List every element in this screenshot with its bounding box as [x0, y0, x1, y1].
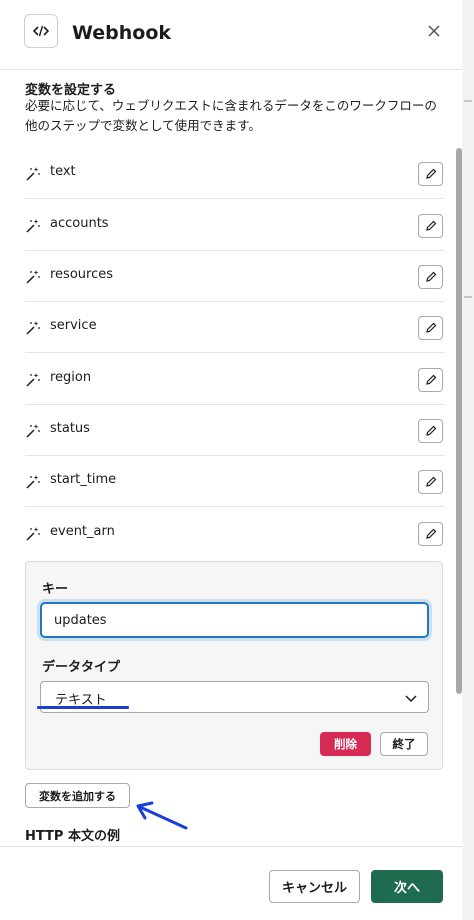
- add-variable-button[interactable]: 変数を追加する: [25, 783, 130, 808]
- pencil-icon: [425, 271, 436, 282]
- edit-variable-button[interactable]: [418, 265, 443, 289]
- variable-name: status: [50, 421, 90, 436]
- variable-row: accounts: [25, 200, 444, 251]
- cancel-button[interactable]: キャンセル: [269, 870, 360, 903]
- edit-variable-button[interactable]: [418, 368, 443, 392]
- edit-variable-button[interactable]: [418, 470, 443, 494]
- pencil-icon: [425, 374, 436, 385]
- pencil-icon: [425, 425, 436, 436]
- variable-row: text: [25, 148, 444, 199]
- variable-row: service: [25, 302, 444, 353]
- variable-name: text: [50, 164, 76, 179]
- key-input[interactable]: [40, 602, 429, 638]
- modal-header: Webhook: [0, 0, 462, 70]
- data-type-label: データタイプ: [42, 660, 121, 675]
- variable-row: resources: [25, 251, 444, 302]
- magic-wand-icon: [26, 270, 40, 284]
- delete-button[interactable]: 削除: [320, 732, 371, 756]
- magic-wand-icon: [26, 475, 40, 489]
- pencil-icon: [425, 528, 436, 539]
- done-button[interactable]: 終了: [380, 732, 428, 756]
- magic-wand-icon: [26, 167, 40, 181]
- http-body-example-title: HTTP 本文の例: [25, 829, 120, 844]
- edge-mark: [464, 296, 472, 298]
- variable-row: status: [25, 405, 444, 456]
- variable-name: service: [50, 318, 97, 333]
- edge-mark: [464, 100, 472, 102]
- scrollbar[interactable]: [456, 148, 462, 694]
- pencil-icon: [425, 476, 436, 487]
- modal-footer: キャンセル 次へ: [0, 846, 462, 920]
- next-button[interactable]: 次へ: [371, 870, 443, 903]
- edit-variable-button[interactable]: [418, 316, 443, 340]
- variable-name: event_arn: [50, 524, 115, 539]
- variable-name: start_time: [50, 472, 117, 487]
- variable-row: start_time: [25, 456, 444, 507]
- variable-row: region: [25, 354, 444, 405]
- annotation-arrow: [136, 801, 188, 830]
- edit-variable-button[interactable]: [418, 522, 443, 546]
- variable-name: resources: [50, 267, 114, 282]
- magic-wand-icon: [26, 424, 40, 438]
- magic-wand-icon: [26, 321, 40, 335]
- pencil-icon: [425, 220, 436, 231]
- close-icon[interactable]: [422, 19, 446, 43]
- section-description: 必要に応じて、ウェブリクエストに含まれるデータをこのワークフローの他のステップで…: [25, 98, 437, 133]
- code-brackets-icon: [24, 14, 58, 48]
- key-label: キー: [42, 582, 69, 597]
- edit-variable-button[interactable]: [418, 419, 443, 443]
- variable-row: event_arn: [25, 508, 444, 559]
- edit-variable-button[interactable]: [418, 162, 443, 186]
- modal-title: Webhook: [72, 22, 172, 44]
- background-edge: [462, 0, 474, 920]
- pencil-icon: [425, 322, 436, 333]
- variable-name: accounts: [50, 216, 109, 231]
- magic-wand-icon: [26, 527, 40, 541]
- magic-wand-icon: [26, 219, 40, 233]
- edit-variable-button[interactable]: [418, 214, 443, 238]
- pencil-icon: [425, 168, 436, 179]
- variable-edit-panel: キー データタイプ テキスト 削除 終了: [25, 561, 443, 770]
- variable-name: region: [50, 370, 92, 385]
- magic-wand-icon: [26, 373, 40, 387]
- annotation-underline: [37, 706, 129, 709]
- chevron-down-icon: [405, 695, 417, 703]
